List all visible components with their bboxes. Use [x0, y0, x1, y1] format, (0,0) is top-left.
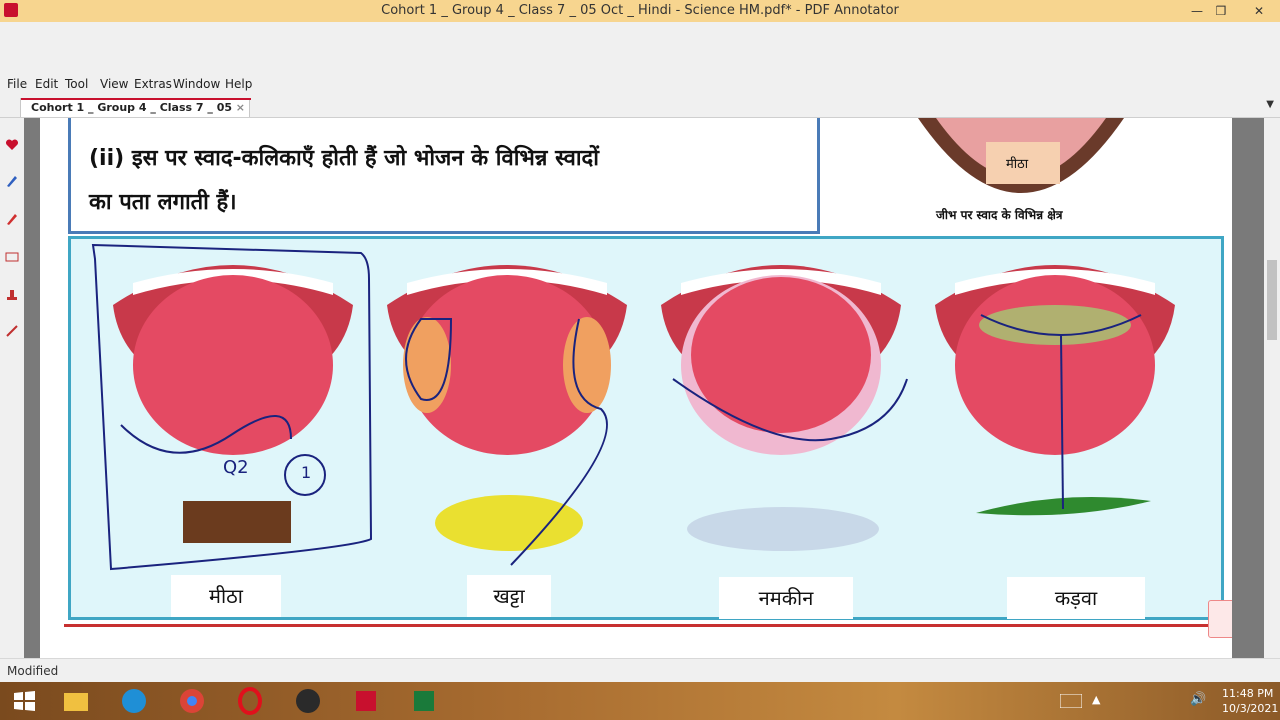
highlighter-tool-icon[interactable] — [5, 212, 19, 226]
taste-label-bitter: कड़वा — [1007, 577, 1145, 619]
scrollbar-thumb[interactable] — [1267, 260, 1277, 340]
salt-image — [687, 507, 879, 551]
clock-time[interactable]: 11:48 PM — [1222, 687, 1273, 700]
edge-browser-icon[interactable] — [114, 685, 154, 717]
left-tool-strip — [0, 118, 24, 658]
show-hidden-icons-icon[interactable]: ▲ — [1092, 693, 1100, 706]
active-tab-indicator — [21, 98, 251, 100]
favorites-heart-icon[interactable] — [5, 138, 19, 152]
pdf-annotator-taskbar-icon[interactable] — [346, 685, 386, 717]
taste-label-sour: खट्टा — [467, 575, 551, 617]
menu-help[interactable]: Help — [225, 77, 252, 91]
pen-tool-icon[interactable] — [5, 174, 19, 188]
tab-close-icon[interactable]: × — [236, 99, 245, 117]
taste-regions-box: Q2 1 मीठा खट्टा नमकीन कड़वा — [68, 236, 1224, 620]
menu-edit[interactable]: Edit — [35, 77, 58, 91]
document-page[interactable]: (ii) इस पर स्वाद-कलिकाएँ होती हैं जो भोज… — [40, 118, 1232, 658]
document-tab-bar: Cohort 1 _ Group 4 _ Class 7 _ 05 O...* … — [0, 96, 1280, 132]
volume-icon[interactable]: 🔊 — [1190, 692, 1206, 707]
camtasia-icon[interactable] — [404, 685, 444, 717]
hand-tool-icon[interactable] — [1208, 600, 1232, 638]
text-line-1: (ii) इस पर स्वाद-कलिकाएँ होती हैं जो भोज… — [89, 146, 599, 171]
taste-label-salty: नमकीन — [719, 577, 853, 619]
menu-bar: File Edit Tool View Extras Window Help — [0, 74, 1280, 94]
lemon-image — [435, 495, 583, 551]
windows-start-icon[interactable] — [4, 685, 44, 717]
document-tab[interactable]: Cohort 1 _ Group 4 _ Class 7 _ 05 O...* … — [20, 98, 251, 132]
menu-file[interactable]: File — [7, 77, 27, 91]
menu-extras[interactable]: Extras — [134, 77, 172, 91]
vertical-scrollbar[interactable] — [1264, 118, 1280, 658]
next-section-border — [64, 624, 1228, 658]
text-box: (ii) इस पर स्वाद-कलिकाएँ होती हैं जो भोज… — [68, 118, 820, 234]
toolbar-area — [0, 22, 1280, 74]
taste-label-sweet: मीठा — [171, 575, 281, 617]
status-text: Modified — [7, 664, 59, 678]
obs-studio-icon[interactable] — [288, 685, 328, 717]
system-tray: ▲ 🔊 11:48 PM 10/3/2021 — [1050, 682, 1280, 720]
opera-browser-icon[interactable] — [230, 685, 270, 717]
tab-list-dropdown-icon[interactable]: ▼ — [1266, 99, 1274, 110]
chrome-browser-icon[interactable] — [172, 685, 212, 717]
annotation-q2: Q2 — [223, 457, 249, 478]
menu-view[interactable]: View — [100, 77, 128, 91]
clock-date[interactable]: 10/3/2021 — [1222, 702, 1278, 715]
file-explorer-icon[interactable] — [56, 685, 96, 717]
text-line-2: का पता लगाती हैं। — [89, 190, 237, 215]
arrow-tool-icon[interactable] — [5, 324, 19, 338]
window-title: Cohort 1 _ Group 4 _ Class 7 _ 05 Oct _ … — [381, 3, 899, 18]
text-tool-icon[interactable] — [5, 250, 19, 264]
annotation-circled-number: 1 — [301, 463, 312, 482]
stamp-tool-icon[interactable] — [5, 288, 19, 302]
figure-caption: जीभ पर स्वाद के विभिन्न क्षेत्र — [936, 208, 1063, 222]
tongue-bitter — [935, 265, 1175, 455]
windows-taskbar: ▲ 🔊 11:48 PM 10/3/2021 — [0, 682, 1280, 720]
menu-tool[interactable]: Tool — [65, 77, 88, 91]
menu-window[interactable]: Window — [173, 77, 220, 91]
tongue-illustrations — [91, 243, 1175, 571]
tongue-sweet — [113, 265, 353, 455]
keyboard-icon[interactable] — [1060, 694, 1082, 708]
maximize-button[interactable]: ❒ — [1206, 0, 1236, 22]
status-bar: Modified — [0, 658, 1280, 683]
title-bar: Cohort 1 _ Group 4 _ Class 7 _ 05 Oct _ … — [0, 0, 1280, 22]
close-button[interactable]: ✕ — [1238, 0, 1280, 22]
figure-inner-label: मीठा — [1006, 157, 1029, 172]
chocolate-image — [183, 501, 291, 543]
tongue-salty — [661, 265, 901, 455]
tongue-sour — [387, 265, 627, 455]
